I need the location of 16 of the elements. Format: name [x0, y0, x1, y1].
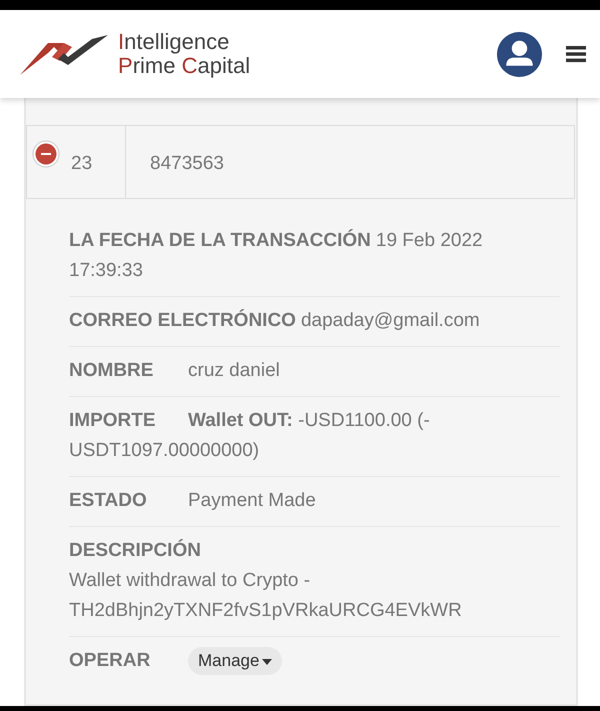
table-cell-text: 23	[71, 152, 92, 176]
collapse-icon[interactable]	[32, 140, 60, 168]
detail-text: CORREO ELECTRÓNICO dapaday@gmail.com	[69, 308, 481, 333]
user-avatar-icon[interactable]	[497, 32, 542, 76]
detail-text: IMPORTE Wallet OUT: -USD1100.00 (-USDT1097.00000000)	[69, 409, 431, 463]
detail-text: NOMBRE cruz daniel	[69, 359, 281, 383]
caret-icon	[262, 658, 272, 665]
table-cell-text: 8473563	[149, 152, 225, 176]
field-value: Wallet withdrawal to Crypto - TH2dBhjn2yTXNF2fvS1pVRkaURCG4EVkWR	[69, 569, 463, 623]
field-label: OPERAR	[69, 649, 152, 673]
menu-icon[interactable]	[566, 45, 586, 63]
field-label: DESCRIPCIÓN	[69, 538, 201, 563]
logo-text: Intelligence Prime Capital	[118, 30, 250, 78]
detail-text: LA FECHA DE LA TRANSACCIÓN 19 Feb 2022 17:39:33	[69, 228, 484, 283]
detail-text: ESTADO Payment Made	[69, 489, 317, 513]
manage-dropdown-button[interactable]: Manage	[188, 647, 282, 675]
